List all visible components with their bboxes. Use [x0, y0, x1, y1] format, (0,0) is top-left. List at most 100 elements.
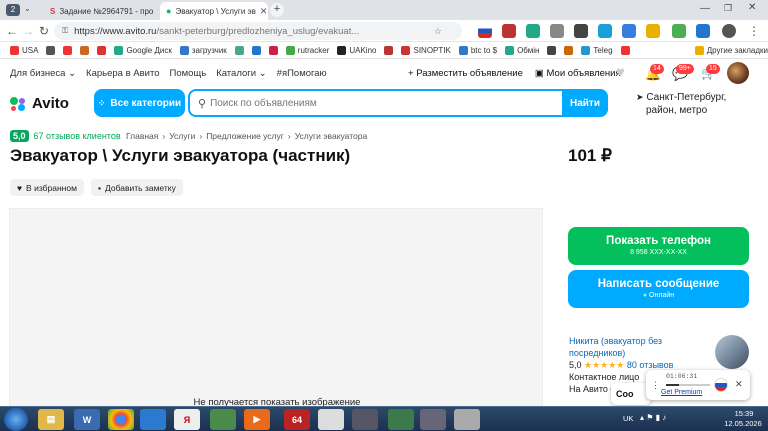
bookmark-item[interactable] — [46, 45, 56, 55]
flag-extension-icon[interactable] — [478, 24, 492, 38]
breadcrumb-link[interactable]: Услуги эвакуатора — [295, 131, 367, 141]
download-icon[interactable] — [622, 24, 636, 38]
show-phone-button[interactable]: Показать телефон 8 958 XXX-XX-XX — [568, 227, 749, 265]
favorite-button[interactable]: ♥ В избранном — [10, 179, 84, 196]
popup-menu-icon[interactable]: ⋮ — [651, 380, 660, 391]
all-categories-button[interactable]: ⁘ Все категории — [94, 89, 185, 117]
my-ads-link[interactable]: ▣ Мои объявления — [535, 68, 621, 79]
start-button[interactable] — [4, 408, 28, 431]
bookmark-item[interactable]: UAKino — [337, 45, 376, 55]
media-player-icon[interactable]: ▶ — [244, 409, 270, 430]
language-flag-icon[interactable] — [714, 378, 728, 392]
extension-icon[interactable] — [526, 24, 540, 38]
seller-reviews-link[interactable]: 80 отзывов — [627, 360, 674, 370]
reviews-link[interactable]: 67 отзывов клиентов — [34, 131, 121, 141]
bookmark-item[interactable] — [80, 45, 90, 55]
extension-icon[interactable] — [696, 24, 710, 38]
location-selector[interactable]: ➤ Санкт-Петербург, район, метро — [636, 91, 756, 117]
tab-task[interactable]: S Задание №2964791 - про — [44, 2, 160, 20]
extension-icon[interactable] — [672, 24, 686, 38]
bookmark-item[interactable] — [384, 45, 394, 55]
close-tab-icon[interactable]: ✕ — [260, 6, 268, 17]
favorites-heart-icon[interactable]: ♥ — [616, 64, 625, 81]
bookmark-item[interactable] — [234, 45, 244, 55]
app-icon[interactable]: W — [74, 409, 100, 430]
breadcrumb-link[interactable]: Услуги — [169, 131, 195, 141]
bookmark-item[interactable] — [547, 45, 557, 55]
write-message-button[interactable]: Написать сообщение ● Онлайн — [568, 270, 749, 308]
nav-help[interactable]: Помощь — [170, 68, 207, 79]
close-window-icon[interactable]: ✕ — [748, 2, 756, 13]
bookmark-item[interactable]: rutracker — [285, 45, 330, 55]
recorder-popup: ⋮ 01:06:31 Get Premium ✕ — [646, 370, 750, 400]
extension-icon[interactable] — [574, 24, 588, 38]
forward-arrow-icon[interactable]: → — [20, 23, 36, 39]
app-icon[interactable] — [318, 409, 344, 430]
app-icon[interactable] — [210, 409, 236, 430]
seller-name[interactable]: Никита (эвакуатор без посредников) — [569, 335, 709, 359]
bookmark-item[interactable] — [268, 45, 278, 55]
bookmark-item[interactable]: Другие закладки — [694, 45, 768, 55]
bookmark-item[interactable]: Обмін — [505, 45, 539, 55]
app-64-icon[interactable]: 64 — [284, 409, 310, 430]
nav-career[interactable]: Карьера в Авито — [86, 68, 159, 79]
bookmark-item[interactable] — [564, 45, 574, 55]
back-arrow-icon[interactable]: ← — [4, 23, 20, 39]
post-ad-link[interactable]: + Разместить объявление — [408, 68, 523, 79]
extension-icon[interactable] — [646, 24, 660, 38]
app-icon[interactable] — [388, 409, 414, 430]
nav-business[interactable]: Для бизнеса ⌄ — [10, 68, 76, 79]
extension-icon[interactable] — [502, 24, 516, 38]
seller-avatar[interactable] — [715, 335, 749, 369]
bookmark-item[interactable]: SINOPTIK — [401, 45, 451, 55]
bookmark-item[interactable] — [251, 45, 261, 55]
search-input[interactable] — [206, 97, 606, 109]
new-tab-button[interactable]: + — [270, 3, 284, 17]
yandex-icon[interactable]: Я — [174, 409, 200, 430]
avito-logo[interactable]: Avito — [10, 95, 69, 112]
minimize-window-icon[interactable]: — — [700, 3, 710, 14]
browser-menu-icon[interactable]: ⋮ — [746, 23, 762, 39]
close-popup-icon[interactable]: ✕ — [735, 379, 743, 390]
image-gallery[interactable]: Не получается показать изображение — [9, 208, 543, 413]
app-icon[interactable] — [352, 409, 378, 430]
bookmark-item[interactable]: Teleg — [581, 45, 613, 55]
url-host: https://www.avito.ru — [74, 25, 157, 37]
app-icon[interactable] — [420, 409, 446, 430]
nav-hashtag[interactable]: #яПомогаю — [277, 68, 327, 79]
bookmark-item[interactable] — [63, 45, 73, 55]
tab-list-chevron-icon[interactable]: ⌄ — [24, 4, 31, 13]
bookmark-item[interactable]: Google Диск — [114, 45, 172, 55]
reload-icon[interactable]: ↻ — [36, 23, 52, 39]
bookmark-item[interactable] — [620, 45, 630, 55]
chrome-icon[interactable] — [108, 409, 134, 430]
breadcrumb-link[interactable]: Предложение услуг — [206, 131, 284, 141]
search-button[interactable]: Найти — [562, 89, 608, 117]
explorer-icon[interactable]: ▤ — [38, 409, 64, 430]
bookmark-item[interactable]: USA — [10, 45, 38, 55]
bookmark-item[interactable]: загрузчик — [179, 45, 227, 55]
note-icon: ▪ — [98, 182, 102, 193]
bookmark-item[interactable] — [97, 45, 107, 55]
bookmark-item[interactable]: btc to $ — [458, 45, 497, 55]
tab-avito[interactable]: ● Эвакуатор \ Услуги эв ✕ — [160, 2, 268, 20]
site-info-icon[interactable]: ⚿ — [62, 26, 68, 36]
add-note-button[interactable]: ▪ Добавить заметку — [91, 179, 183, 196]
extension-icon[interactable] — [550, 24, 564, 38]
breadcrumb-link[interactable]: Главная — [126, 131, 158, 141]
nav-catalogs[interactable]: Каталоги ⌄ — [216, 68, 266, 79]
address-bar[interactable]: ⚿ https://www.avito.ru/sankt-peterburg/p… — [54, 22, 462, 40]
maximize-window-icon[interactable]: ❐ — [724, 3, 732, 14]
tray-icons[interactable]: ▴ ⚑ ▮ ♪ — [640, 413, 666, 422]
bookmark-star-icon[interactable]: ☆ — [434, 26, 442, 37]
extension-icon[interactable] — [598, 24, 612, 38]
app-icon[interactable] — [140, 409, 166, 430]
clock-time[interactable]: 15:39 — [724, 409, 764, 418]
tab-counter[interactable]: 2 — [6, 4, 20, 16]
bookmark-label: rutracker — [297, 45, 330, 55]
user-avatar[interactable] — [727, 62, 749, 84]
app-icon[interactable] — [454, 409, 480, 430]
get-premium-link[interactable]: Get Premium — [661, 389, 702, 396]
profile-avatar-icon[interactable] — [722, 24, 736, 38]
keyboard-language[interactable]: UK — [623, 414, 633, 423]
